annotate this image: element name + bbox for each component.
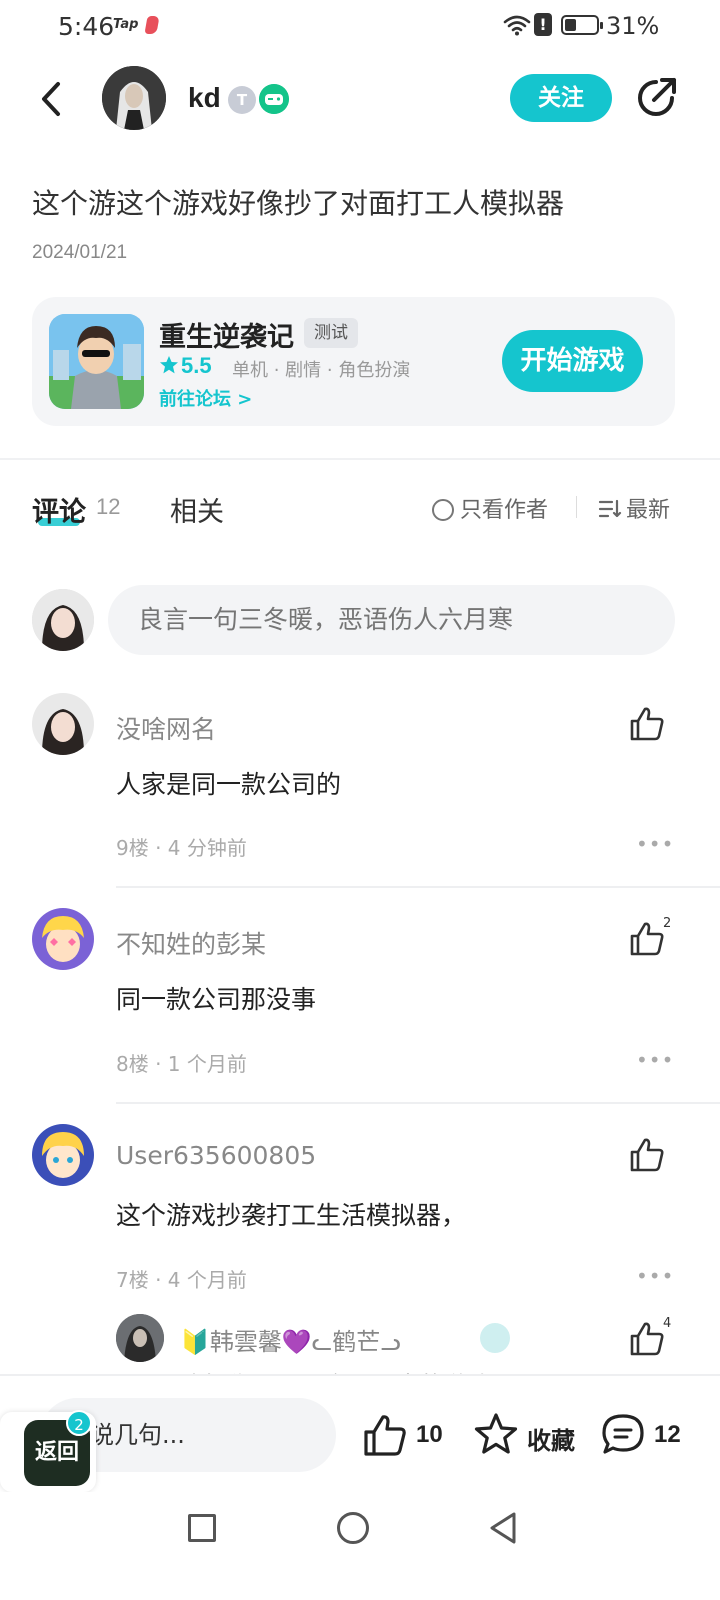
commenter-avatar[interactable]: [32, 908, 94, 970]
voice-badge-icon: [480, 1323, 510, 1353]
section-divider: [0, 458, 720, 460]
radio-circle-icon: [432, 499, 454, 521]
back-arrow-icon[interactable]: [28, 74, 74, 124]
commenter-avatar[interactable]: [32, 1124, 94, 1186]
battery-percent: 31%: [606, 12, 660, 40]
comment-input[interactable]: [108, 585, 675, 655]
thumbs-up-icon[interactable]: [628, 1320, 666, 1358]
commenter-avatar[interactable]: [32, 693, 94, 755]
thumbs-up-icon[interactable]: [628, 705, 666, 743]
recent-apps-icon[interactable]: [188, 1514, 216, 1542]
more-options-icon[interactable]: •••: [636, 1048, 674, 1072]
sort-latest-button[interactable]: 最新: [598, 492, 670, 524]
wifi-icon: [503, 15, 531, 36]
battery-icon: [561, 15, 603, 35]
star-icon: [160, 356, 178, 374]
floating-back-widget[interactable]: 返回 2: [0, 1410, 96, 1492]
notification-icon: [144, 16, 160, 34]
start-game-button[interactable]: 开始游戏: [502, 330, 643, 392]
only-author-toggle[interactable]: 只看作者: [432, 492, 548, 524]
game-card[interactable]: 重生逆袭记 测试 5.5 单机 · 剧情 · 角色扮演 前往论坛 > 开始游戏: [32, 297, 675, 426]
system-nav-bar: [0, 1492, 720, 1600]
post-date: 2024/01/21: [32, 242, 128, 263]
comment-text: 人家是同一款公司的: [116, 770, 342, 799]
like-count: 4: [663, 1316, 672, 1331]
go-to-forum-link[interactable]: 前往论坛 >: [159, 385, 252, 411]
thumbs-up-icon[interactable]: [362, 1412, 408, 1458]
tab-comments-count: 12: [96, 494, 121, 519]
thumbs-up-icon[interactable]: [628, 1136, 666, 1174]
my-avatar: [32, 589, 94, 651]
commenter-name[interactable]: User635600805: [116, 1141, 316, 1170]
sort-icon: [598, 499, 622, 518]
comment-meta: 7楼 · 4 个月前: [116, 1268, 247, 1292]
post-comment-count: 12: [654, 1421, 681, 1448]
post-title: 这个游这个游戏好像抄了对面打工人模拟器: [32, 187, 565, 220]
game-test-tag: 测试: [304, 318, 358, 348]
alert-icon: !: [534, 13, 552, 36]
nav-back-icon[interactable]: [486, 1510, 520, 1546]
follow-button[interactable]: 关注: [510, 74, 612, 122]
status-time: 5:46: [58, 12, 115, 41]
comment-text: 这个游戏抄袭打工生活模拟器，: [116, 1201, 467, 1230]
only-author-label: 只看作者: [460, 498, 549, 523]
post-like-count: 10: [416, 1421, 443, 1448]
back-badge-count: 2: [66, 1410, 92, 1436]
comment-bubble-icon[interactable]: [600, 1412, 646, 1458]
reply-author-name[interactable]: 🔰韩雲馨💜ᓚ鹤芒ᓗ: [180, 1322, 401, 1357]
tab-related[interactable]: 相关: [170, 490, 224, 529]
comment-divider: [116, 886, 720, 888]
sort-divider: [576, 496, 577, 518]
status-bar: 5:46 Tap ! 31%: [0, 0, 720, 52]
home-icon[interactable]: [337, 1512, 369, 1544]
bottom-action-bar: 说几句... 返回 2 10 收藏 12: [0, 1374, 720, 1492]
taptap-status-icon: Tap: [113, 17, 139, 32]
game-icon[interactable]: [49, 314, 144, 409]
thumbs-up-icon[interactable]: [628, 920, 666, 958]
sort-latest-label: 最新: [626, 498, 671, 523]
more-options-icon[interactable]: •••: [636, 1264, 674, 1288]
gamepad-badge-icon: [259, 84, 289, 114]
favorite-label[interactable]: 收藏: [527, 1421, 575, 1456]
game-rating: 5.5: [181, 353, 212, 378]
game-name[interactable]: 重生逆袭记: [159, 315, 294, 354]
game-genre-tags: 单机 · 剧情 · 角色扮演: [232, 360, 411, 381]
level-badge-icon: T: [228, 86, 256, 114]
like-count: 2: [663, 916, 672, 931]
more-options-icon[interactable]: •••: [636, 832, 674, 856]
comment-meta: 9楼 · 4 分钟前: [116, 836, 247, 860]
tab-comments[interactable]: 评论: [32, 490, 86, 529]
commenter-name[interactable]: 没啥网名: [116, 710, 216, 746]
author-avatar[interactable]: [102, 66, 166, 130]
share-icon[interactable]: [632, 74, 680, 122]
author-name[interactable]: kd: [188, 82, 221, 114]
star-favorite-icon[interactable]: [472, 1411, 520, 1459]
comment-text: 同一款公司那没事: [116, 985, 317, 1014]
commenter-name[interactable]: 不知姓的彭某: [116, 925, 266, 961]
comment-divider: [116, 1102, 720, 1104]
reply-avatar[interactable]: [116, 1314, 164, 1362]
comment-meta: 8楼 · 1 个月前: [116, 1052, 247, 1076]
